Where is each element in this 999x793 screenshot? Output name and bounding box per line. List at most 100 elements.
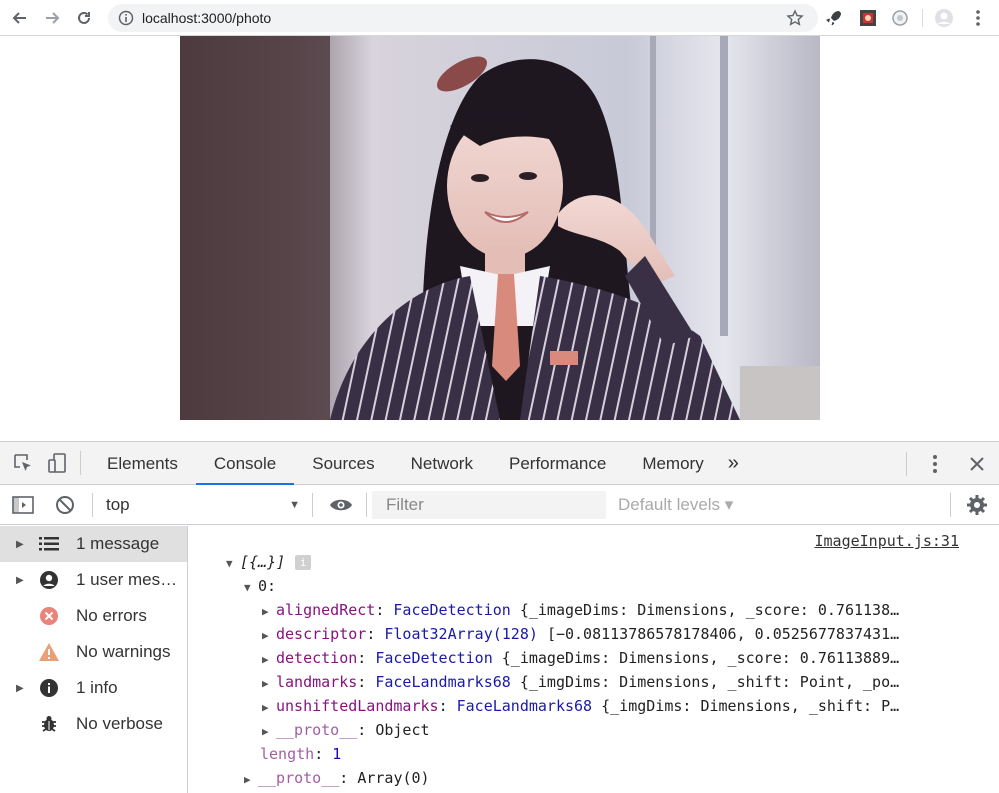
prop-key: unshiftedLandmarks [276,697,439,715]
filter-divider [92,493,93,517]
sidebar-item-errors[interactable]: No errors [0,598,187,634]
console-length-line: length: 1 [260,745,342,763]
dropdown-caret-icon: ▼ [289,499,300,511]
info-icon [38,677,60,699]
sidebar-item-label: No errors [76,606,147,625]
inspect-element-icon[interactable] [8,448,38,478]
console-index-line[interactable]: ▼ 0: [244,574,276,598]
collapsed-triangle-icon[interactable]: ▶ [244,768,258,792]
console-settings-gear-icon[interactable] [962,490,992,520]
array-preview: [{…}] [240,553,286,571]
source-link[interactable]: ImageInput.js:31 [815,532,960,550]
console-body: ▶ 1 message ▶ 1 user mes… No errors No w… [0,526,999,793]
prop-type: Float32Array(128) [384,625,538,643]
console-prop-line[interactable]: ▶ unshiftedLandmarks: FaceLandmarks68 {_i… [262,694,899,718]
console-array-proto-line[interactable]: ▶ __proto__: Array(0) [244,766,430,790]
prop-key: __proto__ [276,721,358,739]
tab-divider [80,451,81,475]
filter-input[interactable]: Filter [372,491,606,519]
tool-extension-icon[interactable] [890,8,910,28]
error-icon [38,605,60,627]
reload-button[interactable] [68,0,100,36]
menu-kebab-icon[interactable] [968,8,988,28]
back-button[interactable] [4,0,36,36]
sidebar-toggle-icon[interactable] [8,490,38,520]
collapsed-triangle-icon[interactable]: ▶ [262,720,276,744]
expand-triangle-icon[interactable]: ▶ [16,575,24,586]
more-tabs-button[interactable]: » [722,442,745,485]
collapsed-triangle-icon[interactable]: ▶ [262,624,276,648]
devtools-tabbar: Elements Console Sources Network Perform… [0,442,999,485]
console-prop-line[interactable]: ▶ descriptor: Float32Array(128) [−0.08113… [262,622,899,646]
sidebar-item-label: 1 message [76,534,160,553]
tab-network[interactable]: Network [393,442,491,485]
info-circle-icon [118,10,134,26]
page-viewport [0,36,999,441]
array-proto-key: __proto__ [258,769,340,787]
expand-triangle-icon[interactable]: ▶ [16,683,24,694]
sidebar-item-label: No verbose [76,714,163,733]
index-key: 0: [258,577,277,595]
toolbar-divider [922,9,923,27]
tab-divider-right [906,452,907,476]
collapsed-triangle-icon[interactable]: ▶ [262,672,276,696]
bookmark-star-icon[interactable] [786,9,804,27]
clear-console-icon[interactable] [50,490,80,520]
length-key: length [260,745,315,763]
reload-icon [78,11,90,24]
expanded-triangle-icon[interactable]: ▼ [244,576,258,600]
profile-avatar[interactable] [934,8,954,28]
console-prop-line[interactable]: ▶ detection: FaceDetection {_imageDims: D… [262,646,899,670]
tab-memory[interactable]: Memory [624,442,721,485]
length-value: 1 [332,745,342,763]
user-icon [38,569,60,591]
tab-sources[interactable]: Sources [294,442,392,485]
prop-key: detection [276,649,358,667]
sidebar-item-label: 1 info [76,678,118,697]
prop-type: FaceLandmarks68 [375,673,511,691]
rocket-extension-icon[interactable] [824,8,844,28]
sidebar-item-label: 1 user mes… [76,570,178,589]
sidebar-item-info[interactable]: ▶ 1 info [0,670,187,706]
back-arrow-icon [12,12,26,24]
console-prop-line[interactable]: ▶ __proto__: Object [262,718,430,742]
prop-key: descriptor [276,625,367,643]
device-toolbar-icon[interactable] [42,448,72,478]
collapsed-triangle-icon[interactable]: ▶ [262,696,276,720]
expand-triangle-icon[interactable]: ▶ [16,539,24,550]
forward-button[interactable] [36,0,68,36]
sidebar-item-label: No warnings [76,642,171,661]
info-badge: i [295,555,312,570]
sidebar-item-messages[interactable]: ▶ 1 message [0,526,187,562]
tab-console[interactable]: Console [195,442,295,485]
forward-arrow-icon [46,12,60,24]
expanded-triangle-icon[interactable]: ▼ [226,552,240,576]
prop-value: {_imgDims: Dimensions, _shift: P… [601,697,900,715]
sidebar-item-verbose[interactable]: No verbose [0,706,187,742]
tab-performance[interactable]: Performance [491,442,624,485]
filter-divider-3 [366,493,367,517]
live-expression-eye-icon[interactable] [326,490,356,520]
prop-value: {_imgDims: Dimensions, _shift: Point, _p… [519,673,900,691]
filter-divider-4 [950,493,951,517]
close-devtools-icon[interactable] [962,449,992,479]
bug-icon [38,713,60,735]
sidebar-item-user-messages[interactable]: ▶ 1 user mes… [0,562,187,598]
console-prop-line[interactable]: ▶ alignedRect: FaceDetection {_imageDims:… [262,598,899,622]
prop-key: alignedRect [276,601,376,619]
prop-value: [−0.08113786578178406, 0.0525677837431… [546,625,900,643]
console-prop-line[interactable]: ▶ landmarks: FaceLandmarks68 {_imgDims: D… [262,670,899,694]
collapsed-triangle-icon[interactable]: ▶ [262,648,276,672]
console-root-line[interactable]: ▼ [{…}] i [226,550,312,576]
screenshot-extension-icon[interactable] [858,8,878,28]
prop-type: FaceLandmarks68 [456,697,593,715]
array-proto-value: Array(0) [357,769,430,787]
sidebar-item-warnings[interactable]: No warnings [0,634,187,670]
devtools-menu-icon[interactable] [920,449,950,479]
address-bar[interactable]: localhost:3000/photo [108,4,818,32]
context-selector[interactable]: top ▼ [96,485,308,525]
collapsed-triangle-icon[interactable]: ▶ [262,600,276,624]
log-levels-dropdown[interactable]: Default levels ▾ [618,485,733,525]
tab-elements[interactable]: Elements [89,442,196,485]
prop-type: FaceDetection [393,601,511,619]
